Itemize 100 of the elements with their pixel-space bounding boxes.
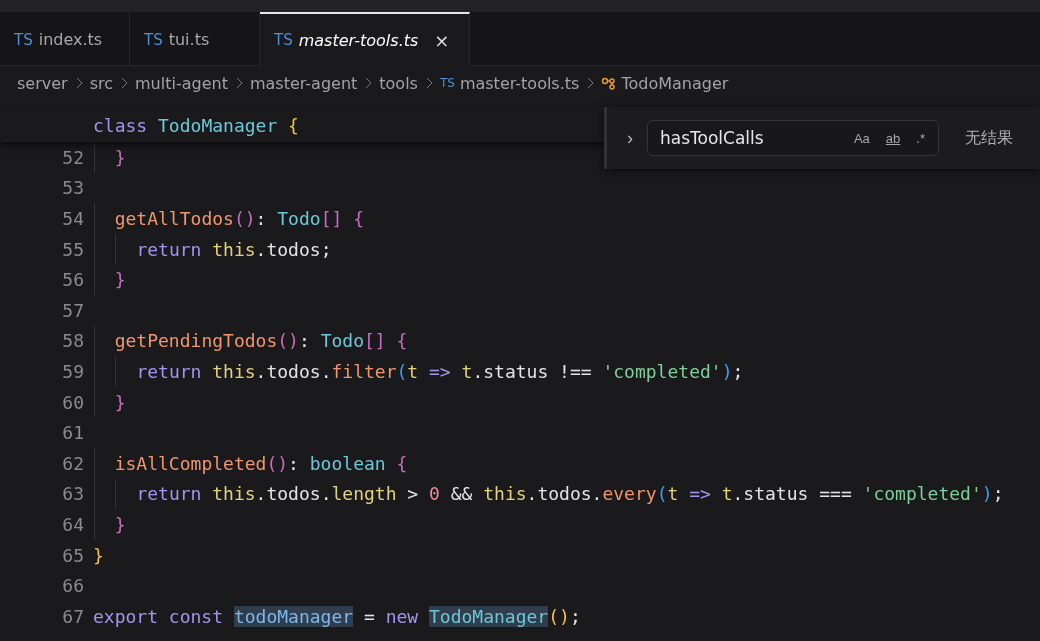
code-token: () [277, 330, 299, 352]
toggle-replace-button[interactable]: › [619, 127, 641, 149]
line-number: 55 [61, 238, 84, 260]
line-number: 58 [61, 330, 84, 352]
line-number: 56 [61, 269, 84, 291]
tab-label: master-tools.ts [298, 30, 419, 50]
chevron-icon [586, 77, 595, 89]
code-token: ; [732, 360, 744, 382]
code-token: ; [992, 483, 1004, 505]
breadcrumb-item[interactable]: server [17, 73, 68, 93]
code-token: t [667, 483, 680, 505]
code-token: length [331, 483, 397, 505]
code-token: class [93, 114, 149, 136]
code-token: [] { [364, 330, 408, 352]
line-number: 67 [61, 605, 84, 627]
code-token: => [689, 483, 712, 505]
line-number: 64 [61, 513, 84, 535]
code-token: () [233, 208, 256, 229]
breadcrumb-item[interactable]: src [89, 73, 113, 93]
code-token: ( [396, 360, 408, 382]
tab-label: index.ts [38, 30, 103, 49]
code-token: every [602, 483, 657, 505]
line-number: 57 [61, 299, 84, 321]
code-token: isAllCompleted [114, 452, 267, 474]
code-token: } [114, 269, 126, 291]
typescript-file-icon: TS [144, 30, 163, 49]
typescript-file-icon: TS [14, 30, 33, 49]
find-input[interactable]: hasToolCalls Aa ab .* [647, 120, 939, 156]
code-token: () [266, 452, 289, 474]
code-token: t [407, 360, 420, 382]
code-token: ) [981, 483, 993, 505]
breadcrumb-item[interactable]: master-agent [249, 73, 358, 93]
tab-label: tui.ts [168, 30, 210, 49]
code-token: 'completed' [602, 360, 722, 382]
line-number: 54 [61, 208, 84, 229]
close-icon[interactable]: × [434, 29, 450, 51]
find-result-text: 无结果 [965, 127, 1013, 149]
line-number: 52 [61, 146, 84, 168]
code-token: .todos. [526, 483, 603, 505]
code-token: return [136, 238, 203, 260]
line-number: 63 [61, 483, 84, 505]
line-number: 61 [61, 422, 84, 444]
typescript-file-icon: TS [274, 31, 293, 49]
code-token: t [721, 483, 733, 505]
code-token: > [406, 483, 420, 505]
line-number: 66 [61, 575, 84, 597]
code-token: filter [331, 360, 397, 382]
code-token: => [429, 360, 452, 382]
breadcrumb-item[interactable]: master-tools.ts [459, 73, 580, 93]
code-token: this [212, 360, 256, 382]
line-number: 65 [61, 544, 84, 566]
find-option-button[interactable]: ab [882, 128, 904, 148]
find-option-button[interactable]: Aa [850, 128, 873, 148]
code-token: getAllTodos [114, 208, 234, 229]
code-token: .status !== [472, 360, 593, 382]
code-token: = [362, 605, 376, 627]
class-icon [601, 76, 617, 90]
code-token: this [483, 483, 527, 505]
line-number: 53 [61, 177, 84, 199]
chevron-icon [424, 77, 433, 89]
breadcrumb-item[interactable]: multi-agent [135, 73, 228, 93]
code-token: getPendingTodos [114, 330, 278, 352]
find-text[interactable]: hasToolCalls [658, 127, 841, 149]
line-number: 62 [61, 452, 84, 474]
code-token: 'completed' [862, 483, 982, 505]
line-number: 60 [61, 391, 84, 413]
code-token: boolean [309, 452, 387, 474]
code-token: 0 [429, 483, 440, 505]
code-token: { [288, 114, 299, 136]
editor-tab[interactable]: TS index.ts [0, 12, 130, 65]
code-token: : [255, 208, 268, 229]
chevron-icon [364, 77, 373, 89]
editor-tab[interactable]: TS master-tools.ts × [260, 12, 470, 66]
code-token: this [212, 483, 256, 505]
code-token: { [396, 452, 408, 474]
chevron-icon [74, 77, 83, 89]
code-token: this [212, 238, 256, 260]
code-token: TodoManager [429, 605, 549, 627]
code-token: } [114, 146, 126, 168]
code-token: ( [656, 483, 668, 505]
code-token: return [136, 360, 203, 382]
code-token: () [548, 605, 570, 627]
code-token: return [136, 483, 203, 505]
code-token: : [298, 330, 311, 352]
breadcrumb-item[interactable]: tools [379, 73, 418, 93]
find-option-button[interactable]: .* [913, 128, 928, 148]
code-token: ) [721, 360, 733, 382]
chevron-icon [234, 77, 243, 89]
code-token: t [461, 360, 473, 382]
code-token: : [288, 452, 300, 474]
code-token: } [114, 513, 126, 535]
code-token: } [114, 391, 126, 413]
typescript-file-icon: TS [439, 76, 455, 90]
code-token: .todos. [255, 360, 332, 382]
chevron-icon [120, 77, 128, 89]
code-token: && [449, 483, 474, 505]
code-token: } [93, 544, 104, 566]
code-token: .todos. [255, 483, 332, 505]
code-token: [] { [320, 208, 364, 229]
breadcrumb-item[interactable]: TodoManager [621, 73, 729, 93]
